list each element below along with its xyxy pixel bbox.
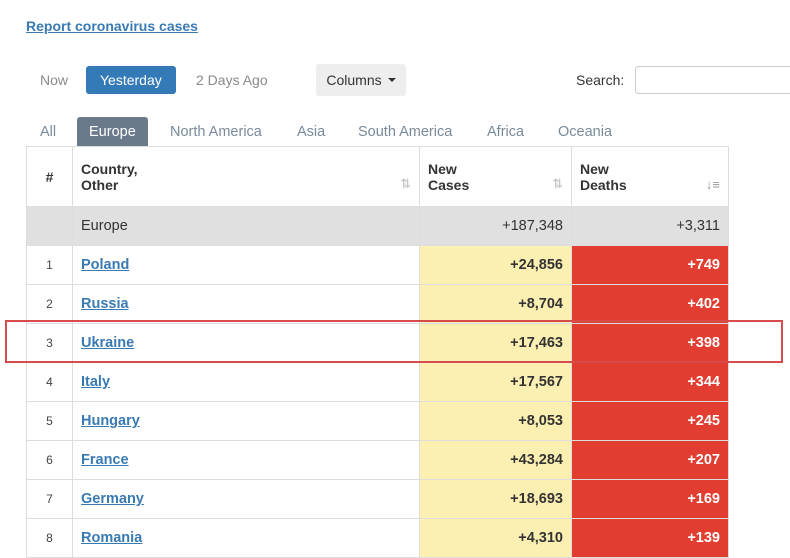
new-cases-cell: +17,567 (419, 362, 572, 402)
total-row: Europe +187,348 +3,311 (26, 206, 729, 246)
row-index: 5 (26, 401, 73, 441)
new-cases-cell: +18,693 (419, 479, 572, 519)
new-cases-cell: +8,053 (419, 401, 572, 441)
row-index: 6 (26, 440, 73, 480)
total-index-cell (26, 206, 73, 246)
tab-2-days-ago[interactable]: 2 Days Ago (196, 66, 268, 94)
sort-arrows-icon[interactable]: ⇅ (400, 176, 411, 192)
column-header-new-cases[interactable]: New Cases ⇅ (419, 146, 572, 207)
table-row: 4 Italy +17,567 +344 (26, 362, 729, 402)
table-row: 5 Hungary +8,053 +245 (26, 401, 729, 441)
sort-arrows-icon[interactable]: ⇅ (552, 176, 563, 192)
column-header-new-deaths[interactable]: New Deaths ↓≡ (571, 146, 729, 207)
row-index: 7 (26, 479, 73, 519)
table-row: 6 France +43,284 +207 (26, 440, 729, 480)
deaths-header-line2: Deaths (580, 176, 627, 193)
table-row: 2 Russia +8,704 +402 (26, 284, 729, 324)
total-name: Europe (72, 206, 420, 246)
column-header-index[interactable]: # (26, 146, 73, 207)
caret-down-icon (387, 78, 396, 82)
country-cell: Hungary (72, 401, 420, 441)
country-header-line1: Country, (81, 160, 138, 177)
country-link[interactable]: Ukraine (81, 335, 134, 351)
new-deaths-cell: +207 (571, 440, 729, 480)
total-new-deaths: +3,311 (571, 206, 729, 246)
country-cell: Russia (72, 284, 420, 324)
country-link[interactable]: Italy (81, 374, 110, 390)
country-link[interactable]: Poland (81, 257, 129, 273)
row-index: 1 (26, 245, 73, 285)
country-cell: Germany (72, 479, 420, 519)
tab-africa[interactable]: Africa (487, 117, 524, 147)
search-input[interactable] (635, 66, 790, 94)
new-cases-cell: +43,284 (419, 440, 572, 480)
row-index: 4 (26, 362, 73, 402)
tab-all[interactable]: All (40, 117, 56, 147)
tab-europe[interactable]: Europe (77, 117, 148, 147)
tab-oceania[interactable]: Oceania (558, 117, 612, 147)
new-deaths-cell: +344 (571, 362, 729, 402)
new-deaths-cell: +245 (571, 401, 729, 441)
new-cases-cell: +8,704 (419, 284, 572, 324)
new-deaths-cell: +402 (571, 284, 729, 324)
new-cases-cell: +17,463 (419, 323, 572, 363)
country-cell: Italy (72, 362, 420, 402)
tab-now[interactable]: Now (40, 66, 68, 94)
country-link[interactable]: Hungary (81, 413, 140, 429)
table-row: 7 Germany +18,693 +169 (26, 479, 729, 519)
country-link[interactable]: Russia (81, 296, 129, 312)
new-deaths-cell: +398 (571, 323, 729, 363)
tab-asia[interactable]: Asia (297, 117, 325, 147)
tab-north-america[interactable]: North America (170, 117, 262, 147)
country-link[interactable]: Romania (81, 530, 142, 546)
country-cell: Ukraine (72, 323, 420, 363)
country-cell: France (72, 440, 420, 480)
tab-yesterday[interactable]: Yesterday (86, 66, 176, 94)
deaths-header-line1: New (580, 160, 609, 177)
sort-desc-icon[interactable]: ↓≡ (706, 177, 720, 192)
country-header-line2: Other (81, 176, 119, 193)
tab-south-america[interactable]: South America (358, 117, 452, 147)
table-row: 3 Ukraine +17,463 +398 (26, 323, 729, 363)
country-cell: Poland (72, 245, 420, 285)
country-link[interactable]: France (81, 452, 129, 468)
column-header-country[interactable]: Country, Other ⇅ (72, 146, 420, 207)
columns-button[interactable]: Columns (316, 64, 406, 96)
new-deaths-cell: +749 (571, 245, 729, 285)
country-link[interactable]: Germany (81, 491, 144, 507)
report-cases-link[interactable]: Report coronavirus cases (26, 18, 198, 34)
columns-button-label: Columns (326, 72, 382, 88)
total-new-cases: +187,348 (419, 206, 572, 246)
cases-table: # Country, Other ⇅ New Cases ⇅ New Death… (26, 146, 729, 558)
search-label: Search: (576, 72, 625, 88)
index-header-label: # (45, 168, 54, 185)
cases-header-line1: New (428, 160, 457, 177)
cases-header-line2: Cases (428, 176, 470, 193)
table-row: 1 Poland +24,856 +749 (26, 245, 729, 285)
row-index: 3 (26, 323, 73, 363)
row-index: 2 (26, 284, 73, 324)
new-cases-cell: +24,856 (419, 245, 572, 285)
new-deaths-cell: +169 (571, 479, 729, 519)
